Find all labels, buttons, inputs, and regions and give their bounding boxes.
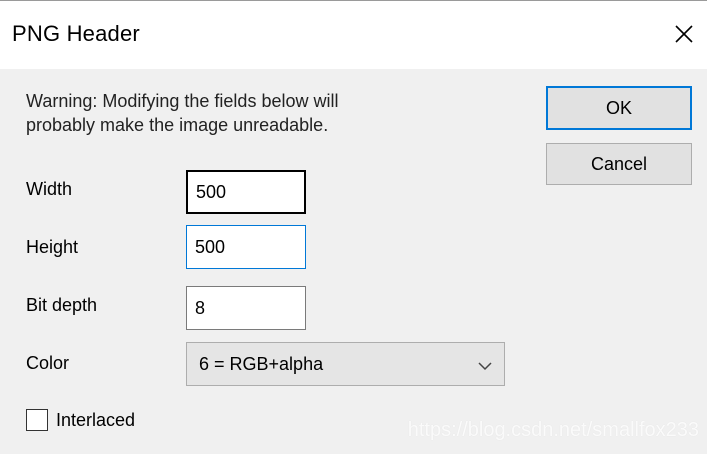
color-label: Color [26,353,70,373]
close-icon[interactable] [673,23,695,45]
bit-depth-label: Bit depth [26,295,98,315]
interlaced-checkbox[interactable] [26,409,48,431]
ok-button[interactable]: OK [546,86,692,130]
width-label: Width [26,179,73,199]
chevron-down-icon [478,358,492,371]
watermark: https://blog.csdn.net/smallfox233 [407,419,699,441]
width-field[interactable] [186,170,306,214]
color-select-value: 6 = RGB+alpha [199,354,324,374]
bit-depth-field[interactable] [186,286,306,330]
cancel-button[interactable]: Cancel [546,143,692,185]
height-label: Height [26,237,79,257]
png-header-dialog: PNG Header Warning: Modifying the fields… [0,0,707,454]
interlaced-label[interactable]: Interlaced [56,410,135,431]
dialog-title: PNG Header [12,21,140,46]
color-select[interactable]: 6 = RGB+alpha [186,342,505,386]
height-field[interactable] [186,225,306,269]
warning-text: Warning: Modifying the fields below will… [26,91,339,135]
title-bar: PNG Header [0,1,707,69]
